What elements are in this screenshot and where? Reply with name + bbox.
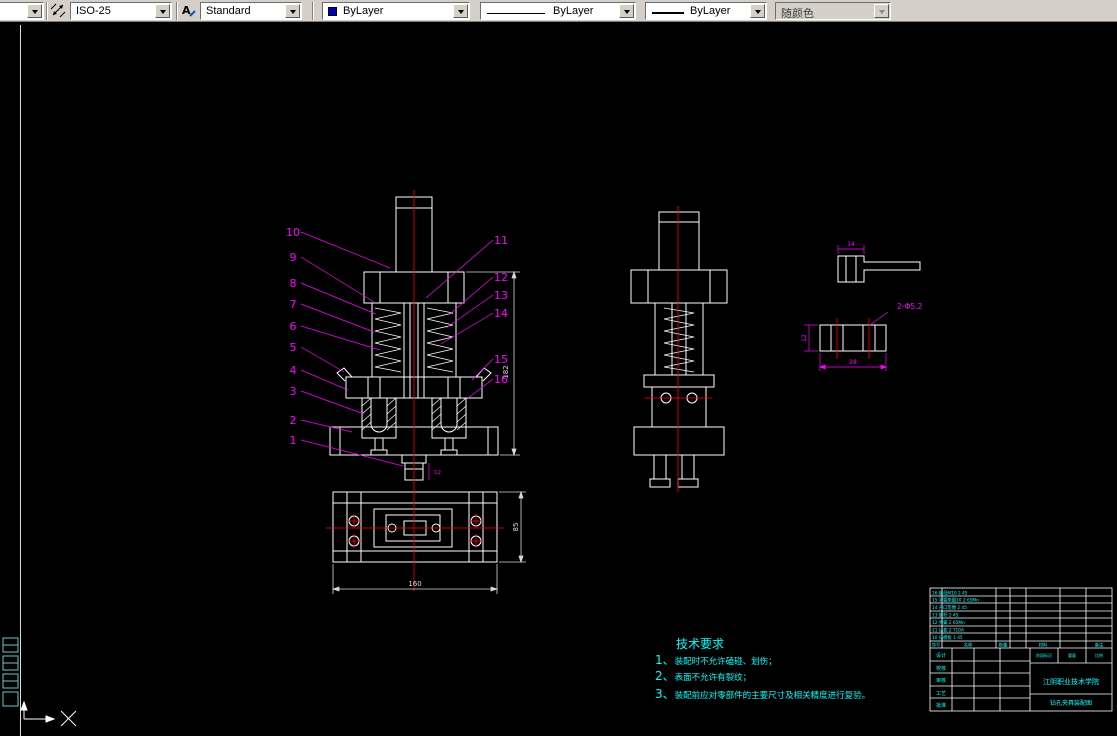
dimension-texts-white: 182 160 85 — [408, 365, 520, 588]
sheet-edge-strip — [2, 637, 19, 707]
chevron-down-icon[interactable] — [155, 4, 170, 18]
svg-text:16 螺母M10 2 45: 16 螺母M10 2 45 — [932, 590, 968, 597]
svg-text:数量: 数量 — [999, 642, 1008, 649]
color-value: ByLayer — [343, 5, 384, 17]
callout-number: 16 — [494, 373, 508, 386]
toolbar-separator — [312, 2, 314, 20]
chevron-down-icon[interactable] — [453, 4, 468, 18]
callout-number: 15 — [494, 353, 508, 366]
svg-text:15 弹簧垫圈10 2 65Mn: 15 弹簧垫圈10 2 65Mn — [932, 597, 979, 604]
crosshair-cursor[interactable] — [60, 710, 77, 727]
text-style-combo[interactable]: Standard — [200, 2, 302, 20]
chevron-down-icon[interactable] — [285, 4, 300, 18]
tech-title: 技术要求 — [676, 637, 724, 651]
clipped-combo[interactable] — [0, 2, 44, 20]
svg-text:12 弹簧 2 65Mn: 12 弹簧 2 65Mn — [932, 619, 965, 626]
chevron-down-icon[interactable] — [750, 4, 765, 18]
svg-text:批准: 批准 — [936, 702, 946, 709]
color-combo[interactable]: ByLayer — [322, 2, 470, 20]
svg-text:比例: 比例 — [1095, 652, 1103, 658]
callout-number: 13 — [494, 289, 508, 302]
text-style-icon[interactable]: A — [180, 2, 198, 20]
svg-text:序号: 序号 — [932, 642, 941, 649]
callout-number: 4 — [290, 364, 297, 377]
callout-number: 8 — [290, 277, 297, 290]
callout-number: 3 — [290, 385, 297, 398]
title-block-drawing-title: 钻孔夹具装配图 — [1050, 699, 1092, 707]
svg-text:设计: 设计 — [936, 652, 946, 659]
callout-leaders — [300, 231, 889, 467]
svg-text:重量: 重量 — [1068, 652, 1076, 658]
svg-text:1、装配时不允许磕碰、划伤；: 1、装配时不允许磕碰、划伤； — [655, 653, 777, 667]
svg-text:3、装配前应对零部件的主要尺寸及相关精度进行复验。: 3、装配前应对零部件的主要尺寸及相关精度进行复验。 — [655, 687, 870, 701]
lineweight-value: ByLayer — [690, 5, 731, 17]
plan-view — [332, 491, 498, 563]
dim-style-icon[interactable] — [50, 2, 68, 20]
plot-style-combo: 随颜色 — [775, 2, 891, 20]
chevron-down-icon[interactable] — [27, 4, 42, 18]
text-style-value: Standard — [206, 5, 251, 17]
svg-text:备注: 备注 — [1095, 642, 1104, 649]
side-view — [630, 211, 728, 488]
plot-style-value: 随颜色 — [781, 8, 814, 20]
svg-text:名称: 名称 — [964, 642, 973, 649]
callout-numbers: 10 9 8 7 6 5 4 3 2 1 11 12 13 14 15 16 — [286, 226, 508, 447]
svg-text:2、表面不允许有裂纹；: 2、表面不允许有裂纹； — [655, 669, 751, 683]
callout-number: 2 — [290, 414, 297, 427]
centerlines — [326, 190, 870, 591]
ucs-icon — [20, 700, 56, 723]
svg-text:14 开口垫圈 2 45: 14 开口垫圈 2 45 — [932, 604, 967, 611]
callout-number: 6 — [290, 320, 297, 333]
dim-hole-note: 2-Φ5.2 — [897, 302, 923, 311]
detail-clamp-view — [837, 255, 921, 283]
callout-number: 12 — [494, 271, 508, 284]
svg-text:校核: 校核 — [936, 665, 946, 672]
chevron-down-icon — [874, 4, 889, 18]
drawing-canvas[interactable]: 182 160 85 10 9 8 7 6 5 4 3 2 1 11 12 13… — [0, 0, 1117, 736]
svg-text:13 螺杆 2 45: 13 螺杆 2 45 — [932, 612, 959, 619]
callout-number: 9 — [290, 251, 297, 264]
callout-number: 10 — [286, 226, 300, 239]
tech-requirements: 技术要求 1、装配时不允许磕碰、划伤； 2、表面不允许有裂纹； 3、装配前应对零… — [655, 637, 870, 701]
dim-stub: 12 — [434, 470, 441, 476]
svg-text:阶段标记: 阶段标记 — [1036, 652, 1052, 658]
svg-text:审核: 审核 — [936, 677, 946, 684]
dim-detail-width: 28 — [849, 359, 857, 366]
lineweight-combo[interactable]: ByLayer — [645, 2, 767, 20]
title-block-school: 江阴职业技术学院 — [1043, 677, 1099, 686]
dim-clamp-len: 14 — [847, 241, 855, 248]
dim-detail-height: 12 — [801, 334, 808, 342]
dim-style-combo[interactable]: ISO-25 — [70, 2, 172, 20]
dim-style-value: ISO-25 — [76, 5, 111, 17]
detail-plate-view — [819, 324, 887, 352]
svg-text:10 钻模板 1 45: 10 钻模板 1 45 — [932, 634, 963, 641]
svg-text:材料: 材料 — [1039, 642, 1048, 649]
linetype-value: ByLayer — [553, 5, 594, 17]
properties-toolbar: ISO-25 A Standard ByLayer ByLayer ByLaye… — [0, 0, 1117, 22]
svg-text:11 钻套 2 T10A: 11 钻套 2 T10A — [932, 627, 964, 634]
toolbar-separator — [176, 2, 178, 20]
chevron-down-icon[interactable] — [619, 4, 634, 18]
dim-plan-depth: 85 — [512, 523, 520, 532]
dim-plan-width: 160 — [408, 580, 421, 588]
lineweight-sample-icon — [652, 12, 684, 14]
callout-number: 5 — [290, 341, 297, 354]
linetype-combo[interactable]: ByLayer — [480, 2, 636, 20]
toolbar-separator — [46, 2, 48, 20]
color-swatch — [328, 7, 337, 16]
svg-text:工艺: 工艺 — [936, 691, 946, 697]
linetype-sample-icon — [487, 13, 545, 14]
callout-number: 14 — [494, 307, 508, 320]
callout-number: 7 — [290, 298, 297, 311]
title-block-text: 16 螺母M10 2 45 15 弹簧垫圈10 2 65Mn 14 开口垫圈 2… — [932, 590, 1104, 710]
callout-number: 11 — [494, 234, 508, 247]
callout-number: 1 — [290, 434, 297, 447]
